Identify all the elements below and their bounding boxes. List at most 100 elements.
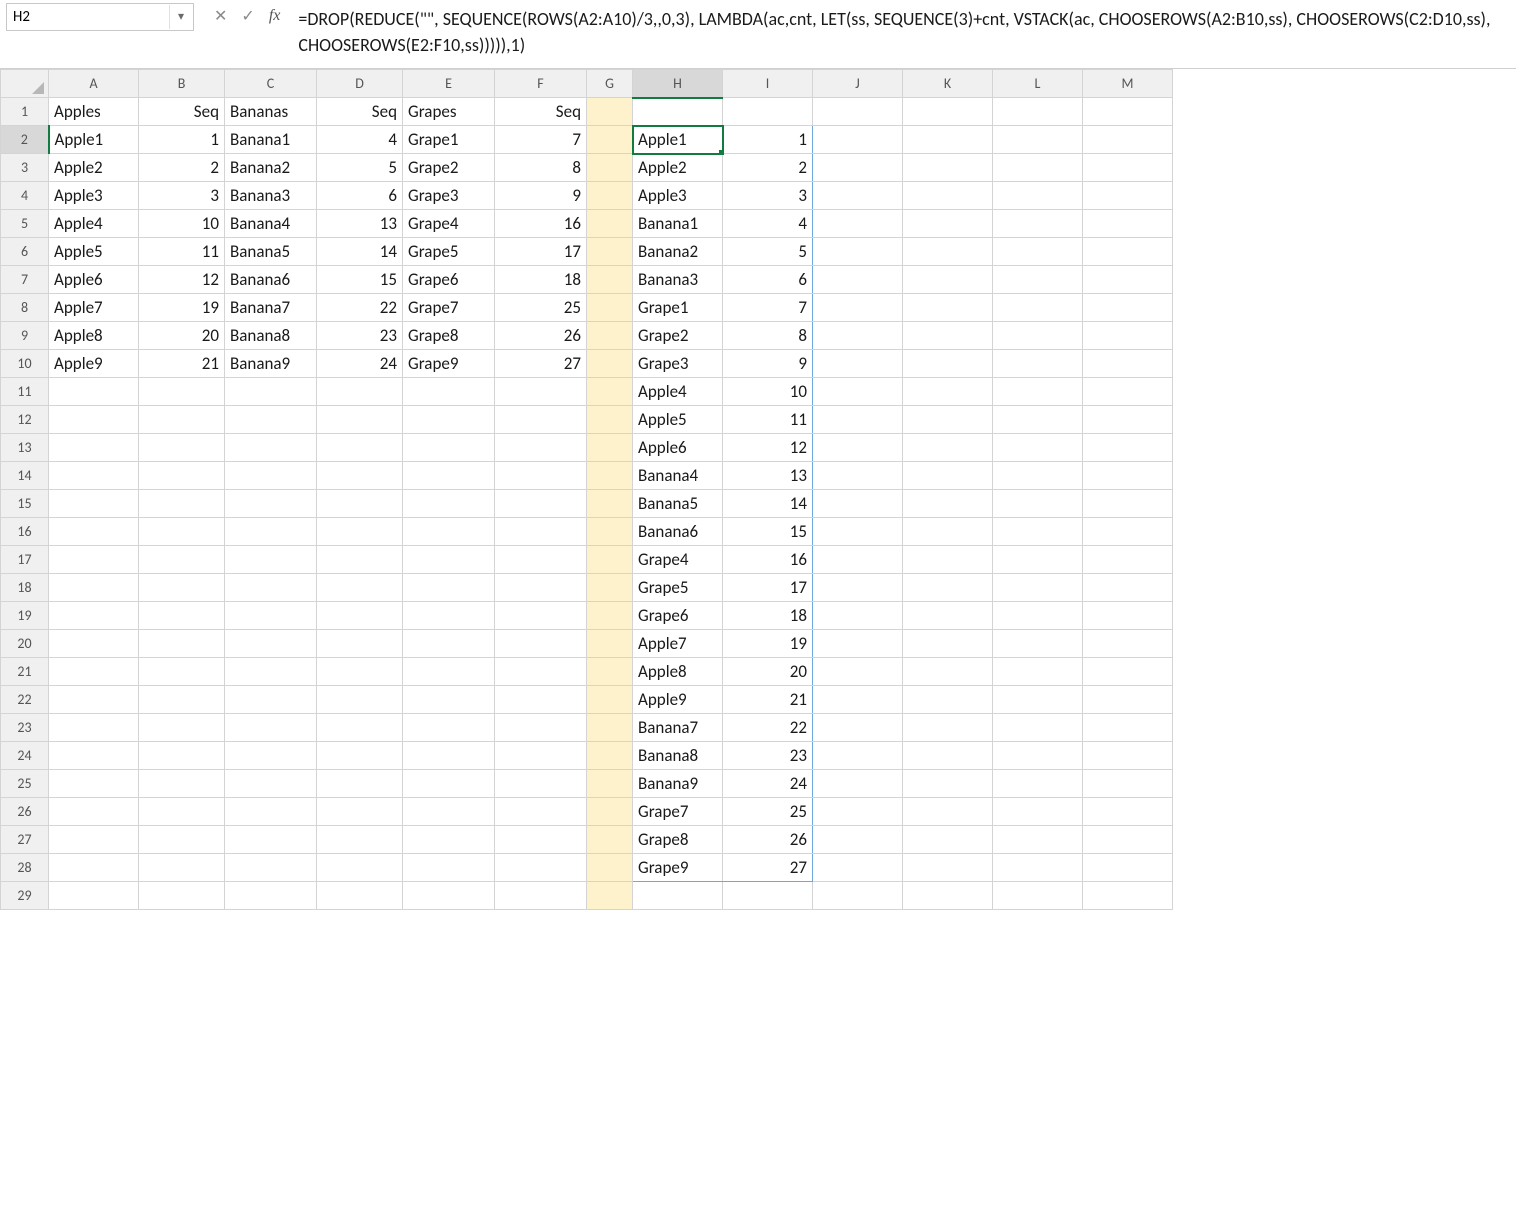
cell-M2[interactable] (1083, 126, 1173, 154)
cell-K9[interactable] (903, 322, 993, 350)
cell-B18[interactable] (139, 574, 225, 602)
cell-E3[interactable]: Grape2 (403, 154, 495, 182)
cell-A19[interactable] (49, 602, 139, 630)
row-header-27[interactable]: 27 (1, 826, 49, 854)
col-header-M[interactable]: M (1083, 70, 1173, 98)
cell-E4[interactable]: Grape3 (403, 182, 495, 210)
cell-J28[interactable] (813, 854, 903, 882)
cell-E16[interactable] (403, 518, 495, 546)
cell-H2[interactable]: Apple1 (633, 126, 723, 154)
cell-A3[interactable]: Apple2 (49, 154, 139, 182)
cell-G22[interactable] (587, 686, 633, 714)
cell-M8[interactable] (1083, 294, 1173, 322)
cell-A23[interactable] (49, 714, 139, 742)
cell-L13[interactable] (993, 434, 1083, 462)
cell-J15[interactable] (813, 490, 903, 518)
cell-B23[interactable] (139, 714, 225, 742)
cell-A13[interactable] (49, 434, 139, 462)
cell-K14[interactable] (903, 462, 993, 490)
formula-input[interactable]: =DROP(REDUCE("", SEQUENCE(ROWS(A2:A10)/3… (294, 0, 1516, 68)
cell-E5[interactable]: Grape4 (403, 210, 495, 238)
cell-C6[interactable]: Banana5 (225, 238, 317, 266)
cell-I28[interactable]: 27 (723, 854, 813, 882)
cell-E10[interactable]: Grape9 (403, 350, 495, 378)
cell-G5[interactable] (587, 210, 633, 238)
cell-F9[interactable]: 26 (495, 322, 587, 350)
cell-I29[interactable] (723, 882, 813, 910)
row-header-15[interactable]: 15 (1, 490, 49, 518)
cell-C18[interactable] (225, 574, 317, 602)
cell-F3[interactable]: 8 (495, 154, 587, 182)
cell-C26[interactable] (225, 798, 317, 826)
cell-L18[interactable] (993, 574, 1083, 602)
cell-F4[interactable]: 9 (495, 182, 587, 210)
cell-E12[interactable] (403, 406, 495, 434)
cell-F2[interactable]: 7 (495, 126, 587, 154)
cell-K28[interactable] (903, 854, 993, 882)
cell-J7[interactable] (813, 266, 903, 294)
cell-H27[interactable]: Grape8 (633, 826, 723, 854)
cell-C23[interactable] (225, 714, 317, 742)
name-box[interactable]: ▾ (6, 3, 194, 31)
cell-E2[interactable]: Grape1 (403, 126, 495, 154)
row-header-17[interactable]: 17 (1, 546, 49, 574)
cell-D23[interactable] (317, 714, 403, 742)
cell-G26[interactable] (587, 798, 633, 826)
cell-I8[interactable]: 7 (723, 294, 813, 322)
cell-B28[interactable] (139, 854, 225, 882)
cell-D17[interactable] (317, 546, 403, 574)
cell-M24[interactable] (1083, 742, 1173, 770)
cell-G10[interactable] (587, 350, 633, 378)
cell-L17[interactable] (993, 546, 1083, 574)
cell-G8[interactable] (587, 294, 633, 322)
cell-A11[interactable] (49, 378, 139, 406)
cell-G24[interactable] (587, 742, 633, 770)
cell-D14[interactable] (317, 462, 403, 490)
cell-M10[interactable] (1083, 350, 1173, 378)
cell-M25[interactable] (1083, 770, 1173, 798)
cell-A16[interactable] (49, 518, 139, 546)
cell-H6[interactable]: Banana2 (633, 238, 723, 266)
cell-F26[interactable] (495, 798, 587, 826)
cell-L21[interactable] (993, 658, 1083, 686)
cell-B5[interactable]: 10 (139, 210, 225, 238)
cell-H24[interactable]: Banana8 (633, 742, 723, 770)
cell-C7[interactable]: Banana6 (225, 266, 317, 294)
cell-D3[interactable]: 5 (317, 154, 403, 182)
cell-D5[interactable]: 13 (317, 210, 403, 238)
cell-G6[interactable] (587, 238, 633, 266)
cell-L2[interactable] (993, 126, 1083, 154)
cell-L23[interactable] (993, 714, 1083, 742)
cell-B9[interactable]: 20 (139, 322, 225, 350)
row-header-1[interactable]: 1 (1, 98, 49, 126)
cell-L15[interactable] (993, 490, 1083, 518)
cell-M6[interactable] (1083, 238, 1173, 266)
cell-K27[interactable] (903, 826, 993, 854)
cell-D8[interactable]: 22 (317, 294, 403, 322)
row-header-26[interactable]: 26 (1, 798, 49, 826)
cell-L8[interactable] (993, 294, 1083, 322)
row-header-19[interactable]: 19 (1, 602, 49, 630)
cell-G14[interactable] (587, 462, 633, 490)
row-header-18[interactable]: 18 (1, 574, 49, 602)
cell-D29[interactable] (317, 882, 403, 910)
cell-G7[interactable] (587, 266, 633, 294)
cell-J13[interactable] (813, 434, 903, 462)
cell-M23[interactable] (1083, 714, 1173, 742)
cell-D2[interactable]: 4 (317, 126, 403, 154)
cell-G11[interactable] (587, 378, 633, 406)
col-header-J[interactable]: J (813, 70, 903, 98)
cell-F16[interactable] (495, 518, 587, 546)
cell-H3[interactable]: Apple2 (633, 154, 723, 182)
cell-C13[interactable] (225, 434, 317, 462)
cell-M14[interactable] (1083, 462, 1173, 490)
cell-H20[interactable]: Apple7 (633, 630, 723, 658)
cell-J11[interactable] (813, 378, 903, 406)
cell-L29[interactable] (993, 882, 1083, 910)
cell-E24[interactable] (403, 742, 495, 770)
cell-F24[interactable] (495, 742, 587, 770)
row-header-16[interactable]: 16 (1, 518, 49, 546)
cell-D16[interactable] (317, 518, 403, 546)
cell-D12[interactable] (317, 406, 403, 434)
cell-A7[interactable]: Apple6 (49, 266, 139, 294)
